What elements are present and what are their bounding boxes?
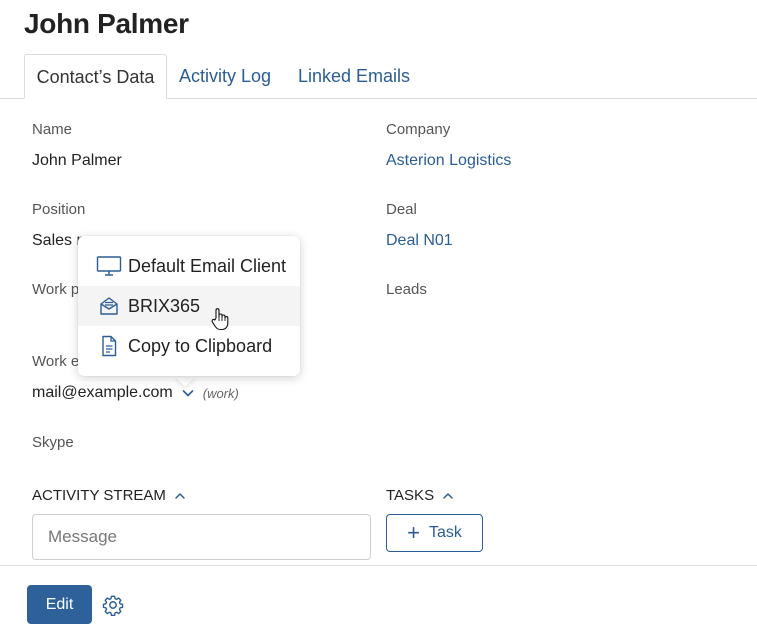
message-input[interactable]	[32, 514, 371, 560]
mail-envelope-icon	[96, 295, 122, 317]
menu-item-default-email-client[interactable]: Default Email Client	[78, 246, 300, 286]
menu-item-brix365[interactable]: BRIX365	[78, 286, 300, 326]
company-link[interactable]: Asterion Logistics	[386, 152, 511, 170]
work-email-label: Work e	[32, 353, 80, 370]
email-type-tag: (work)	[202, 385, 239, 401]
name-label: Name	[32, 121, 73, 138]
email-options-menu: Default Email Client BRIX365 Copy to Cli…	[78, 236, 300, 376]
monitor-icon	[96, 255, 122, 277]
name-value: John Palmer	[32, 152, 122, 169]
menu-item-label: BRIX365	[128, 295, 201, 316]
gear-icon[interactable]	[102, 594, 124, 616]
tasks-header[interactable]: TASKS	[386, 487, 454, 504]
tasks-label: TASKS	[386, 487, 435, 504]
activity-stream-header[interactable]: ACTIVITY STREAM	[32, 487, 186, 504]
activity-stream-label: ACTIVITY STREAM	[32, 487, 166, 504]
chevron-up-icon[interactable]	[442, 490, 454, 502]
work-email-value[interactable]: mail@example.com	[32, 384, 173, 402]
footer-divider	[0, 565, 757, 566]
tab-activity-log[interactable]: Activity Log	[179, 54, 271, 99]
chevron-down-icon[interactable]	[181, 386, 195, 400]
skype-label: Skype	[32, 434, 74, 451]
menu-item-label: Default Email Client	[128, 255, 287, 276]
work-email-row: mail@example.com (work)	[32, 383, 239, 403]
leads-label: Leads	[386, 281, 427, 298]
deal-link[interactable]: Deal N01	[386, 232, 453, 250]
menu-item-label: Copy to Clipboard	[128, 335, 273, 356]
deal-label: Deal	[386, 201, 417, 218]
menu-item-copy-to-clipboard[interactable]: Copy to Clipboard	[78, 326, 300, 366]
tab-contacts-data[interactable]: Contact’s Data	[24, 54, 167, 99]
document-icon	[96, 335, 122, 357]
tab-linked-emails[interactable]: Linked Emails	[298, 54, 410, 99]
hand-pointer-icon	[211, 308, 229, 331]
tab-bar: Contact’s Data Activity Log Linked Email…	[0, 54, 757, 99]
company-label: Company	[386, 121, 451, 138]
position-label: Position	[32, 201, 86, 218]
add-task-button[interactable]: + Task	[386, 514, 483, 552]
plus-icon: +	[407, 520, 420, 545]
page-title: John Palmer	[24, 8, 189, 39]
chevron-up-icon[interactable]	[174, 490, 186, 502]
edit-button[interactable]: Edit	[27, 585, 92, 624]
add-task-label: Task	[428, 524, 462, 541]
work-phone-label: Work p	[32, 281, 80, 298]
